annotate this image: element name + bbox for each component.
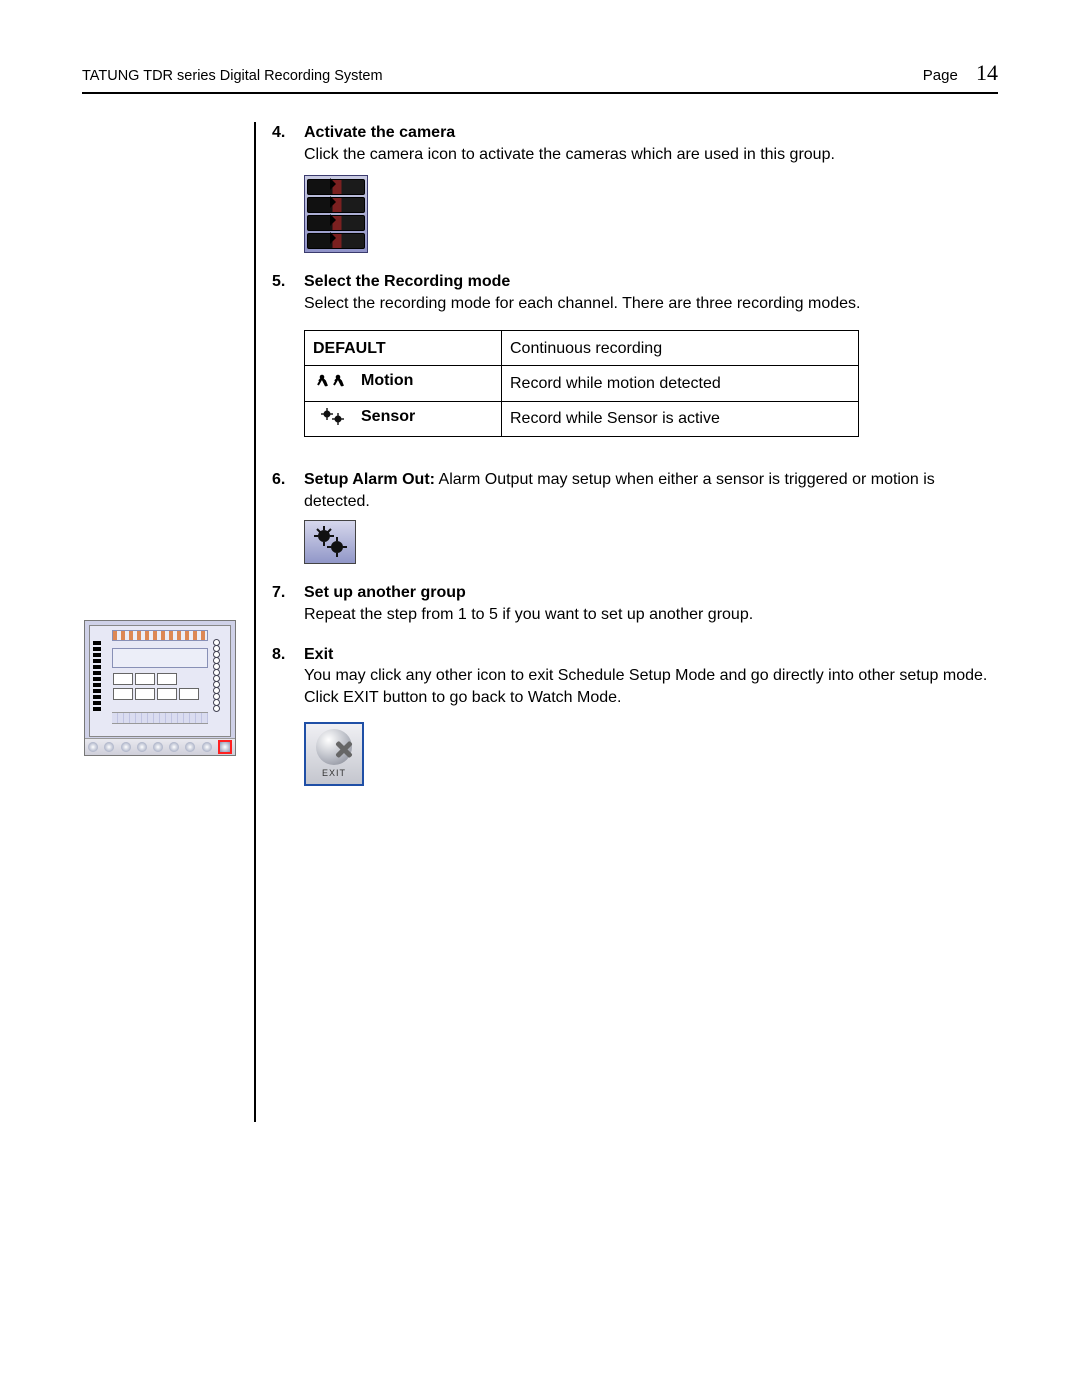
page-indicator: Page 14	[923, 60, 998, 86]
step-text: Select the recording mode for each chann…	[304, 293, 998, 315]
motion-icon	[313, 372, 353, 390]
toolbar-icon	[153, 742, 163, 752]
table-row: Sensor Record while Sensor is active	[305, 401, 859, 436]
exit-button-label: EXIT	[322, 767, 346, 779]
page-number: 14	[976, 60, 998, 85]
step-title: Exit	[304, 644, 998, 666]
doc-title: TATUNG TDR series Digital Recording Syst…	[82, 68, 383, 84]
toolbar-exit-icon-highlighted	[218, 740, 232, 754]
step-title: Set up another group	[304, 582, 998, 604]
step-6: 6. Setup Alarm Out: Alarm Output may set…	[272, 469, 998, 564]
mode-sensor-desc: Record while Sensor is active	[502, 401, 859, 436]
thumbnail-alarmout-row	[112, 712, 208, 724]
step-5: 5. Select the Recording mode Select the …	[272, 271, 998, 451]
thumbnail-center-panels	[112, 648, 208, 706]
toolbar-icon	[88, 742, 98, 752]
recording-modes-table: DEFAULT Continuous recording	[304, 330, 859, 437]
page-header: TATUNG TDR series Digital Recording Syst…	[82, 60, 998, 86]
mode-default-label: DEFAULT	[305, 331, 502, 366]
step-7: 7. Set up another group Repeat the step …	[272, 582, 998, 625]
exit-button-graphic: EXIT	[304, 722, 364, 786]
step-text: Repeat the step from 1 to 5 if you want …	[304, 604, 998, 626]
thumbnail-sensor-column	[213, 640, 227, 712]
toolbar-icon	[137, 742, 147, 752]
camera-icon	[307, 215, 365, 231]
step-title: Setup Alarm Out:	[304, 471, 435, 488]
mode-motion-desc: Record while motion detected	[502, 366, 859, 401]
step-4: 4. Activate the camera Click the camera …	[272, 122, 998, 253]
toolbar-icon	[202, 742, 212, 752]
toolbar-icon	[185, 742, 195, 752]
step-number: 4.	[272, 122, 304, 253]
header-rule	[82, 92, 998, 94]
step-8: 8. Exit You may click any other icon to …	[272, 644, 998, 787]
mode-sensor-cell: Sensor	[305, 401, 502, 436]
thumbnail-canvas	[89, 625, 231, 737]
toolbar-icon	[169, 742, 179, 752]
mode-motion-cell: Motion	[305, 366, 502, 401]
table-row: Motion Record while motion detected	[305, 366, 859, 401]
mode-default-desc: Continuous recording	[502, 331, 859, 366]
camera-icon	[307, 179, 365, 195]
thumbnail-toolbar	[85, 738, 235, 755]
page: TATUNG TDR series Digital Recording Syst…	[0, 0, 1080, 1397]
step-number: 5.	[272, 271, 304, 451]
sensor-icon	[313, 408, 353, 426]
toolbar-icon	[104, 742, 114, 752]
step-number: 6.	[272, 469, 304, 564]
table-row: DEFAULT Continuous recording	[305, 331, 859, 366]
step-number: 7.	[272, 582, 304, 625]
mode-sensor-label: Sensor	[361, 406, 415, 428]
page-label: Page	[923, 67, 958, 84]
camera-icon	[307, 233, 365, 249]
step-title: Select the Recording mode	[304, 271, 998, 293]
toolbar-icon	[121, 742, 131, 752]
mode-motion-label: Motion	[361, 370, 413, 392]
close-icon	[316, 729, 352, 765]
step-number: 8.	[272, 644, 304, 787]
step-text: Click the camera icon to activate the ca…	[304, 144, 998, 166]
step-title: Activate the camera	[304, 122, 998, 144]
thumbnail-camera-column	[93, 640, 107, 712]
camera-icon	[307, 197, 365, 213]
camera-icon-stack	[304, 175, 368, 253]
side-column	[82, 122, 254, 1122]
main-column: 4. Activate the camera Click the camera …	[256, 122, 998, 1122]
alarm-out-icon	[304, 520, 356, 564]
thumbnail-groups-row	[112, 630, 208, 641]
step-text: You may click any other icon to exit Sch…	[304, 665, 998, 708]
schedule-setup-thumbnail	[84, 620, 236, 756]
body: 4. Activate the camera Click the camera …	[82, 122, 998, 1122]
